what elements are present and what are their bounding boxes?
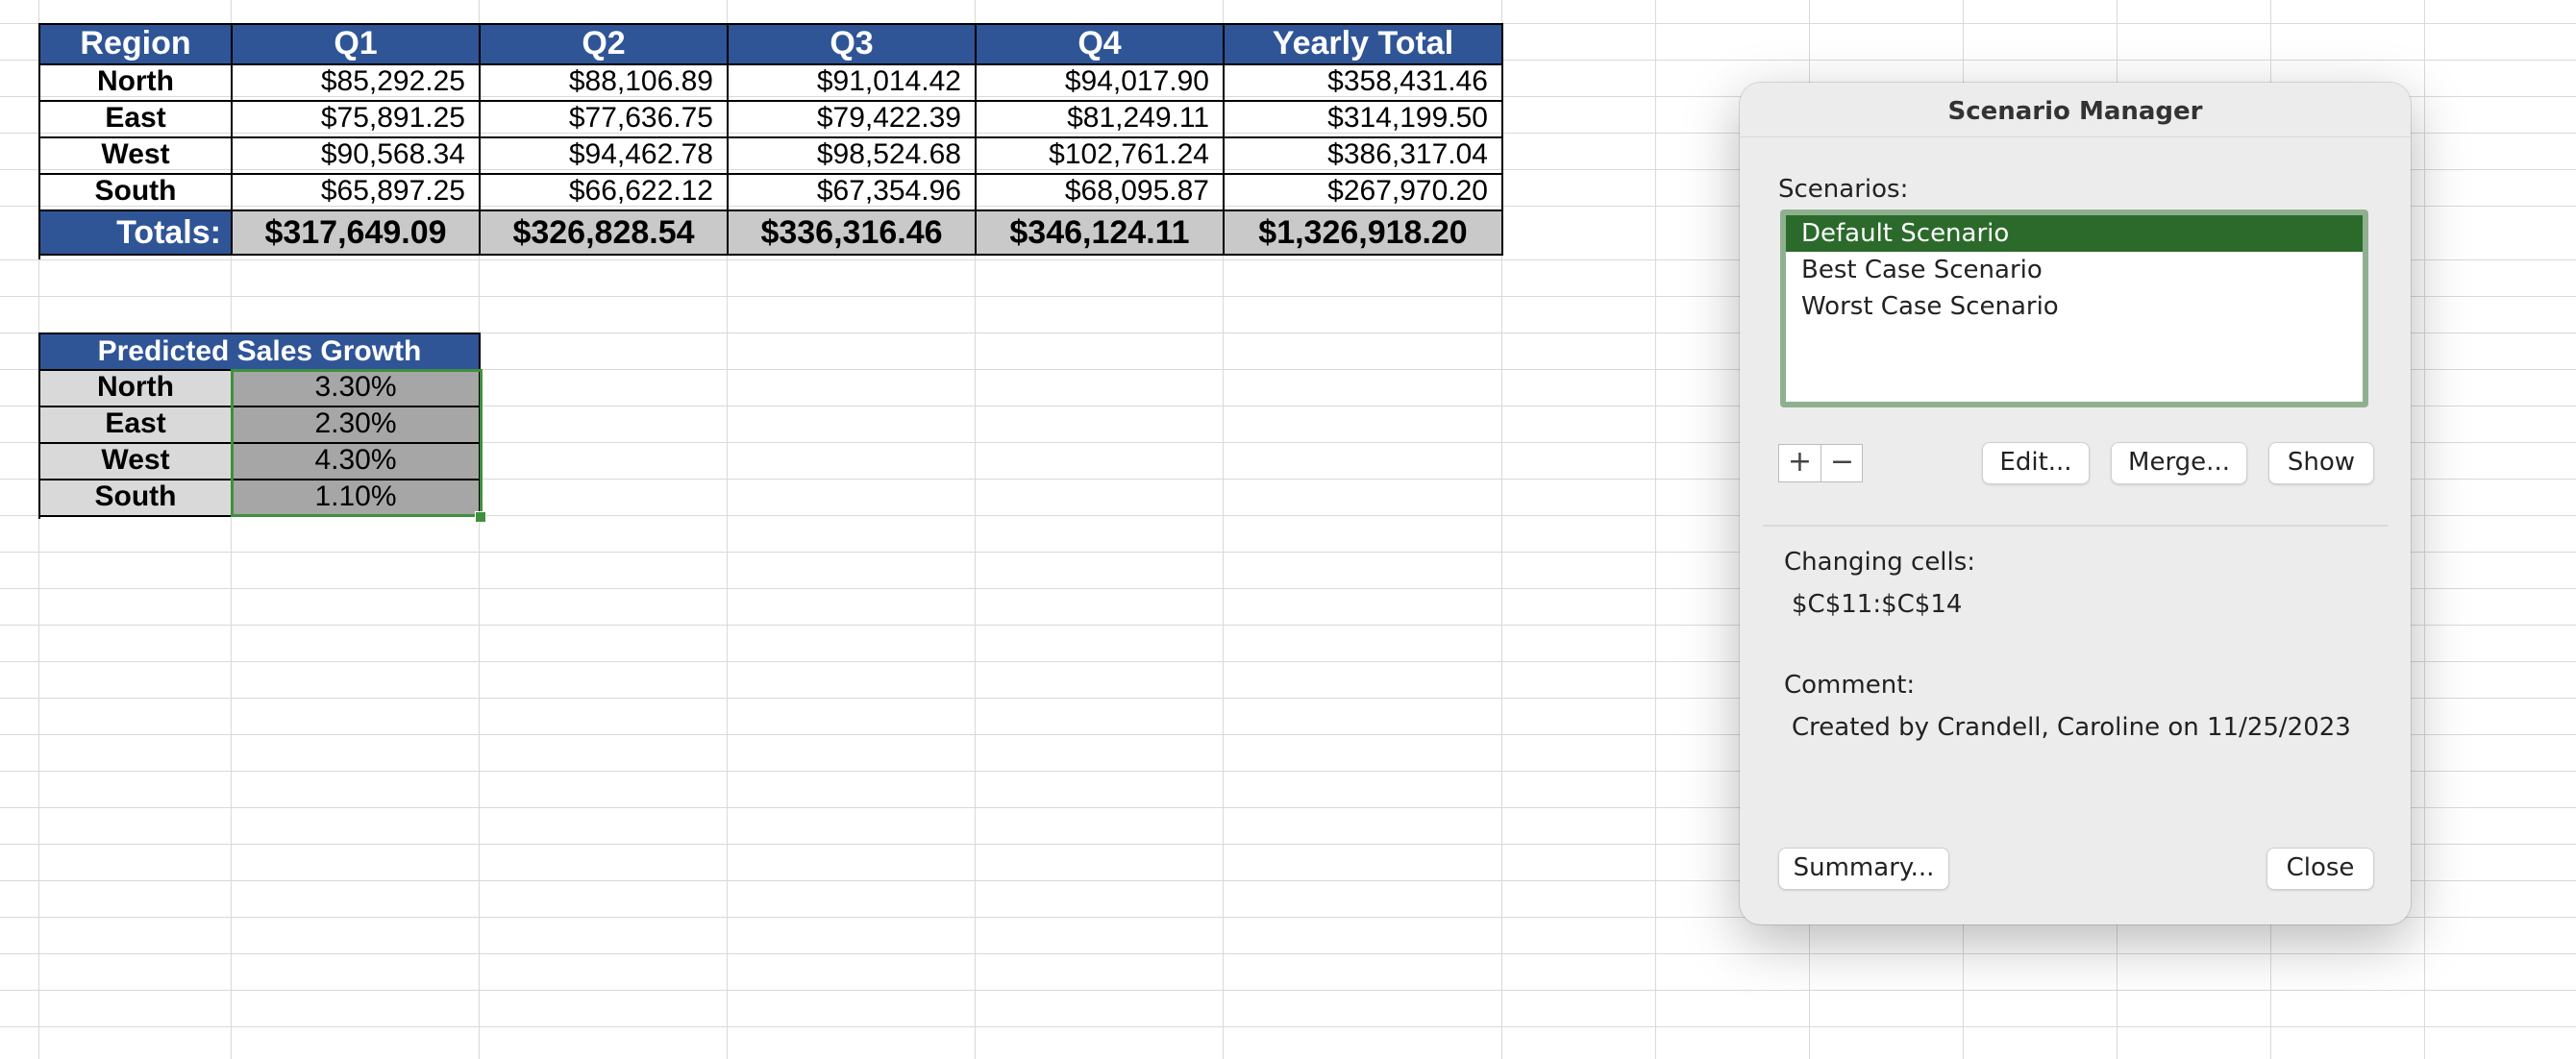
comment-value: Created by Crandell, Caroline on 11/25/2… — [1792, 713, 2351, 742]
cell-north-q4[interactable]: $94,017.90 — [977, 65, 1225, 102]
growth-region-west[interactable]: West — [40, 444, 233, 480]
cell-west-q2[interactable]: $94,462.78 — [481, 138, 729, 175]
show-button[interactable]: Show — [2268, 442, 2374, 484]
scenarios-label: Scenarios: — [1778, 175, 1909, 204]
cell-south-total[interactable]: $267,970.20 — [1225, 175, 1503, 211]
growth-table-title[interactable]: Predicted Sales Growth — [40, 334, 481, 371]
cell-west-q3[interactable]: $98,524.68 — [729, 138, 977, 175]
cell-north-total[interactable]: $358,431.46 — [1225, 65, 1503, 102]
cell-region-east[interactable]: East — [40, 102, 233, 138]
cell-south-q1[interactable]: $65,897.25 — [233, 175, 481, 211]
growth-region-east[interactable]: East — [40, 407, 233, 444]
col-header-q1[interactable]: Q1 — [233, 25, 481, 65]
col-header-yearly-total[interactable]: Yearly Total — [1225, 25, 1503, 65]
cell-west-q1[interactable]: $90,568.34 — [233, 138, 481, 175]
cell-east-q1[interactable]: $75,891.25 — [233, 102, 481, 138]
growth-region-south[interactable]: South — [40, 480, 233, 517]
cell-east-total[interactable]: $314,199.50 — [1225, 102, 1503, 138]
edit-button[interactable]: Edit... — [1982, 442, 2090, 484]
scenario-item-worst-case[interactable]: Worst Case Scenario — [1786, 288, 2363, 325]
dialog-title: Scenario Manager — [1947, 97, 2203, 126]
cell-total-q1[interactable]: $317,649.09 — [233, 211, 481, 256]
scenario-item-best-case[interactable]: Best Case Scenario — [1786, 252, 2363, 288]
section-divider — [1763, 525, 2388, 527]
cell-south-q2[interactable]: $66,622.12 — [481, 175, 729, 211]
cell-selection-outline — [231, 369, 483, 517]
title-divider — [1740, 136, 2411, 137]
cell-north-q3[interactable]: $91,014.42 — [729, 65, 977, 102]
merge-button[interactable]: Merge... — [2111, 442, 2247, 484]
col-header-region[interactable]: Region — [40, 25, 233, 65]
cell-total-q4[interactable]: $346,124.11 — [977, 211, 1225, 256]
cell-region-north[interactable]: North — [40, 65, 233, 102]
summary-button[interactable]: Summary... — [1778, 848, 1949, 890]
cell-totals-label[interactable]: Totals: — [40, 211, 233, 256]
scenarios-list[interactable]: Default Scenario Best Case Scenario Wors… — [1780, 209, 2368, 407]
col-header-q2[interactable]: Q2 — [481, 25, 729, 65]
cell-west-total[interactable]: $386,317.04 — [1225, 138, 1503, 175]
changing-cells-label: Changing cells: — [1784, 548, 1976, 577]
cell-east-q3[interactable]: $79,422.39 — [729, 102, 977, 138]
cell-region-west[interactable]: West — [40, 138, 233, 175]
changing-cells-value: $C$11:$C$14 — [1792, 590, 1963, 619]
close-button[interactable]: Close — [2266, 848, 2374, 890]
cell-south-q3[interactable]: $67,354.96 — [729, 175, 977, 211]
cell-south-q4[interactable]: $68,095.87 — [977, 175, 1225, 211]
cell-total-yearly[interactable]: $1,326,918.20 — [1225, 211, 1503, 256]
cell-north-q1[interactable]: $85,292.25 — [233, 65, 481, 102]
cell-region-south[interactable]: South — [40, 175, 233, 211]
scenario-item-default[interactable]: Default Scenario — [1786, 215, 2363, 252]
cell-east-q4[interactable]: $81,249.11 — [977, 102, 1225, 138]
growth-region-north[interactable]: North — [40, 371, 233, 407]
cell-west-q4[interactable]: $102,761.24 — [977, 138, 1225, 175]
comment-label: Comment: — [1784, 671, 1916, 700]
add-scenario-button[interactable]: + — [1779, 445, 1821, 481]
col-header-q3[interactable]: Q3 — [729, 25, 977, 65]
fill-handle[interactable] — [475, 511, 486, 523]
scenario-manager-dialog: Scenario Manager Scenarios: Default Scen… — [1740, 83, 2411, 924]
cell-north-q2[interactable]: $88,106.89 — [481, 65, 729, 102]
sales-table: Region Q1 Q2 Q3 Q4 Yearly Total North $8… — [38, 23, 1503, 259]
remove-scenario-button[interactable]: − — [1821, 445, 1863, 481]
cell-total-q3[interactable]: $336,316.46 — [729, 211, 977, 256]
add-remove-control: + − — [1778, 444, 1863, 482]
col-header-q4[interactable]: Q4 — [977, 25, 1225, 65]
cell-total-q2[interactable]: $326,828.54 — [481, 211, 729, 256]
cell-east-q2[interactable]: $77,636.75 — [481, 102, 729, 138]
